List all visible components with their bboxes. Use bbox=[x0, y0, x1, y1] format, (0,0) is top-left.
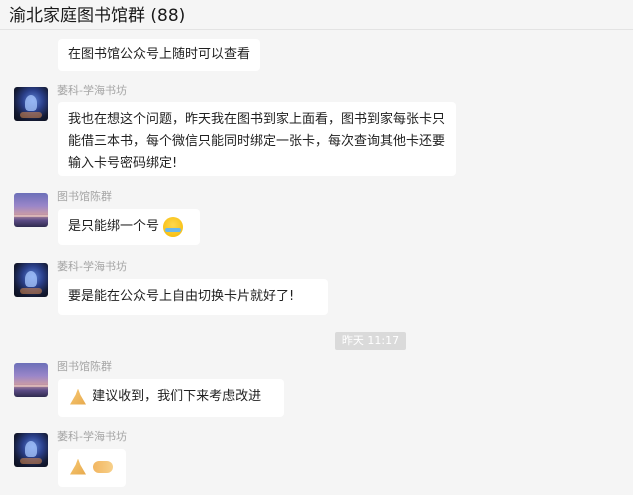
handshake-emoji bbox=[92, 457, 114, 477]
message-text: 在图书馆公众号上随时可以查看 bbox=[68, 47, 251, 62]
sender-name: 图书馆陈群 bbox=[57, 190, 112, 203]
message-text: 是只能绑一个号 bbox=[68, 219, 160, 234]
message-bubble: 在图书馆公众号上随时可以查看 bbox=[58, 39, 261, 71]
message-text: 要是能在公众号上自由切换卡片就好了! bbox=[68, 289, 295, 304]
library-sunset-avatar[interactable] bbox=[14, 363, 48, 397]
ship-avatar[interactable] bbox=[14, 87, 48, 121]
sender-name: 萎科-学海书坊 bbox=[57, 84, 127, 97]
message-bubble: 要是能在公众号上自由切换卡片就好了! bbox=[58, 279, 328, 315]
pray-emoji bbox=[68, 457, 88, 477]
sender-name: 萎科-学海书坊 bbox=[57, 260, 127, 273]
message-text: 我也在想这个问题，昨天我在图书到家上面看，图书到家每张卡只能借三本书，每个微信只… bbox=[68, 112, 446, 171]
header-divider bbox=[0, 29, 633, 30]
time-divider: 昨天 11:17 bbox=[335, 332, 406, 350]
ship-avatar[interactable] bbox=[14, 433, 48, 467]
message-bubble: 我也在想这个问题，昨天我在图书到家上面看，图书到家每张卡只能借三本书，每个微信只… bbox=[58, 102, 456, 176]
laugh-cry-emoji bbox=[163, 216, 184, 237]
message-bubble: 是只能绑一个号 bbox=[58, 209, 200, 245]
message-text: 建议收到，我们下来考虑改进 bbox=[92, 389, 262, 404]
sender-name: 图书馆陈群 bbox=[57, 360, 112, 373]
message-bubble: 建议收到，我们下来考虑改进 bbox=[58, 379, 284, 417]
chat-header: 渝北家庭图书馆群 (88) bbox=[0, 0, 633, 30]
sender-name: 萎科-学海书坊 bbox=[57, 430, 127, 443]
library-sunset-avatar[interactable] bbox=[14, 193, 48, 227]
ship-avatar[interactable] bbox=[14, 263, 48, 297]
pray-emoji bbox=[68, 387, 88, 407]
chat-title: 渝北家庭图书馆群 (88) bbox=[9, 6, 186, 26]
message-bubble bbox=[58, 449, 126, 487]
